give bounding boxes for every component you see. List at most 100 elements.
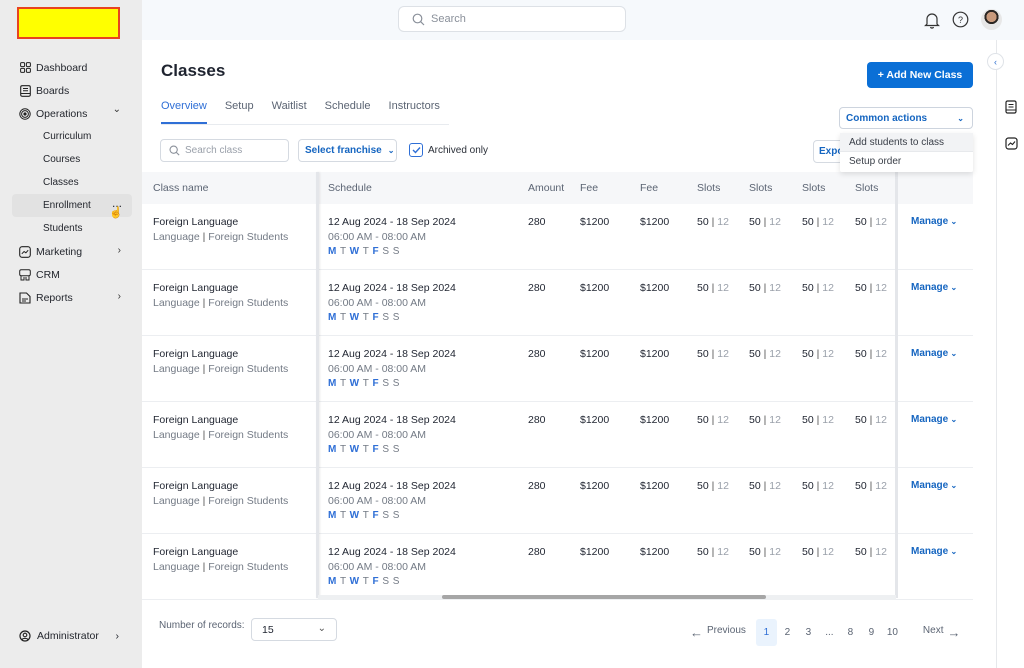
administrator-label: Administrator (37, 630, 99, 642)
slots-total: 50 (802, 414, 814, 426)
class-name-cell: Foreign Language Language | Foreign Stude… (153, 216, 288, 243)
tab-schedule[interactable]: Schedule (325, 98, 371, 124)
global-search-input[interactable]: Search (398, 6, 626, 32)
class-meta: Language | Foreign Students (153, 231, 288, 243)
schedule-cell: 12 Aug 2024 - 18 Sep 2024 06:00 AM - 08:0… (328, 216, 456, 257)
chart-icon[interactable] (1005, 137, 1018, 150)
sidebar-subitem-students[interactable]: Students (12, 217, 132, 240)
records-label: Number of records: (159, 620, 245, 631)
class-name[interactable]: Foreign Language (153, 414, 288, 426)
slots-used: 12 (769, 348, 781, 360)
manage-dropdown[interactable]: Manage ⌄ (911, 348, 957, 359)
page-2[interactable]: 2 (777, 619, 798, 646)
amount-cell: 280 (528, 480, 546, 492)
add-new-class-button[interactable]: + Add New Class (867, 62, 973, 88)
page-9[interactable]: 9 (861, 619, 882, 646)
records-per-page-select[interactable]: 15 ⌄ (251, 618, 337, 641)
sidebar-subitem-label: Students (43, 223, 83, 234)
page-3[interactable]: 3 (798, 619, 819, 646)
column-header[interactable]: Slots (697, 182, 720, 194)
column-header[interactable]: Fee (580, 182, 598, 194)
next-button[interactable]: Next → (923, 625, 961, 640)
previous-button[interactable]: ← Previous (690, 625, 746, 640)
manage-dropdown[interactable]: Manage ⌄ (911, 414, 957, 425)
sidebar-item-crm[interactable]: CRM (12, 263, 132, 286)
day-s: S (382, 378, 390, 389)
manage-dropdown[interactable]: Manage ⌄ (911, 546, 957, 557)
tab-overview[interactable]: Overview (161, 98, 207, 124)
bell-icon[interactable] (924, 11, 940, 29)
tab-setup[interactable]: Setup (225, 98, 254, 124)
class-name-cell: Foreign Language Language | Foreign Stude… (153, 480, 288, 507)
class-name[interactable]: Foreign Language (153, 216, 288, 228)
manage-dropdown[interactable]: Manage ⌄ (911, 282, 957, 293)
common-actions-menu: Add students to class Setup order (840, 133, 973, 172)
collapse-panel-button[interactable]: ‹ (987, 53, 1004, 70)
sidebar-subitem-curriculum[interactable]: Curriculum (12, 125, 132, 148)
schedule-cell: 12 Aug 2024 - 18 Sep 2024 06:00 AM - 08:0… (328, 348, 456, 389)
day-w: W (349, 378, 360, 389)
schedule-cell: 12 Aug 2024 - 18 Sep 2024 06:00 AM - 08:0… (328, 282, 456, 323)
schedule-dates: 12 Aug 2024 - 18 Sep 2024 (328, 546, 456, 558)
sidebar-item-marketing[interactable]: Marketing › (12, 240, 132, 263)
horizontal-scrollbar[interactable] (318, 595, 896, 600)
tab-instructors[interactable]: Instructors (389, 98, 440, 124)
slots-cell: 50 | 12 (855, 348, 887, 360)
column-header[interactable]: Slots (855, 182, 878, 194)
page-8[interactable]: 8 (840, 619, 861, 646)
scrollbar-thumb[interactable] (442, 595, 766, 599)
column-header[interactable]: Fee (640, 182, 658, 194)
manage-dropdown[interactable]: Manage ⌄ (911, 216, 957, 227)
sidebar-item-reports[interactable]: Reports › (12, 286, 132, 309)
archived-only-checkbox[interactable]: Archived only (409, 143, 488, 157)
manage-dropdown[interactable]: Manage ⌄ (911, 480, 957, 491)
fee2-cell: $1200 (640, 414, 670, 426)
table-row: Foreign Language Language | Foreign Stude… (142, 336, 973, 402)
column-header[interactable]: Amount (528, 182, 564, 194)
sidebar-subitem-classes[interactable]: Classes (12, 171, 132, 194)
menu-item-add-students[interactable]: Add students to class (840, 133, 973, 152)
sidebar-subitem-enrollment[interactable]: Enrollment... ☝ (12, 194, 132, 219)
notes-icon[interactable] (1005, 100, 1017, 114)
help-icon[interactable]: ? (952, 11, 969, 28)
day-s: S (392, 378, 400, 389)
sidebar-item-dashboard[interactable]: Dashboard (12, 56, 132, 79)
tab-waitlist[interactable]: Waitlist (272, 98, 307, 124)
slots-used: 12 (822, 216, 834, 228)
chevron-down-icon: ⌄ (948, 349, 958, 358)
column-header[interactable]: Slots (802, 182, 825, 194)
slots-separator: | (813, 480, 823, 492)
user-avatar[interactable] (981, 9, 1002, 30)
class-name[interactable]: Foreign Language (153, 546, 288, 558)
class-name[interactable]: Foreign Language (153, 282, 288, 294)
slots-cell: 50 | 12 (697, 282, 729, 294)
separator: | (199, 429, 209, 441)
day-f: F (372, 576, 380, 587)
schedule-days: M T W T F S S (328, 378, 456, 389)
sidebar-item-label: Marketing (36, 245, 83, 258)
page-10[interactable]: 10 (882, 619, 903, 646)
page-1[interactable]: 1 (755, 619, 777, 646)
chevron-down-icon: ⌄ (112, 104, 121, 115)
column-header[interactable]: Schedule (328, 182, 372, 194)
sidebar-item-administrator[interactable]: Administrator › (19, 630, 129, 642)
user-circle-icon (19, 630, 31, 642)
sidebar-item-operations[interactable]: Operations ⌄ (12, 102, 132, 125)
sidebar-item-boards[interactable]: Boards (12, 79, 132, 102)
fee1-cell: $1200 (580, 480, 610, 492)
class-name[interactable]: Foreign Language (153, 480, 288, 492)
slots-total: 50 (749, 348, 761, 360)
sidebar-subitem-courses[interactable]: Courses (12, 148, 132, 171)
common-actions-dropdown[interactable]: Common actions ⌄ (839, 107, 973, 129)
search-class-input[interactable]: Search class (160, 139, 289, 162)
search-placeholder: Search (431, 13, 466, 25)
class-name[interactable]: Foreign Language (153, 348, 288, 360)
column-header[interactable]: Class name (153, 182, 208, 194)
checkbox-checked-icon[interactable] (409, 143, 423, 157)
logo[interactable] (17, 7, 120, 39)
class-meta: Language | Foreign Students (153, 363, 288, 375)
column-header[interactable]: Slots (749, 182, 772, 194)
menu-item-setup-order[interactable]: Setup order (840, 152, 973, 171)
slots-cell: 50 | 12 (855, 480, 887, 492)
select-franchise-dropdown[interactable]: Select franchise ⌄ (298, 139, 397, 162)
